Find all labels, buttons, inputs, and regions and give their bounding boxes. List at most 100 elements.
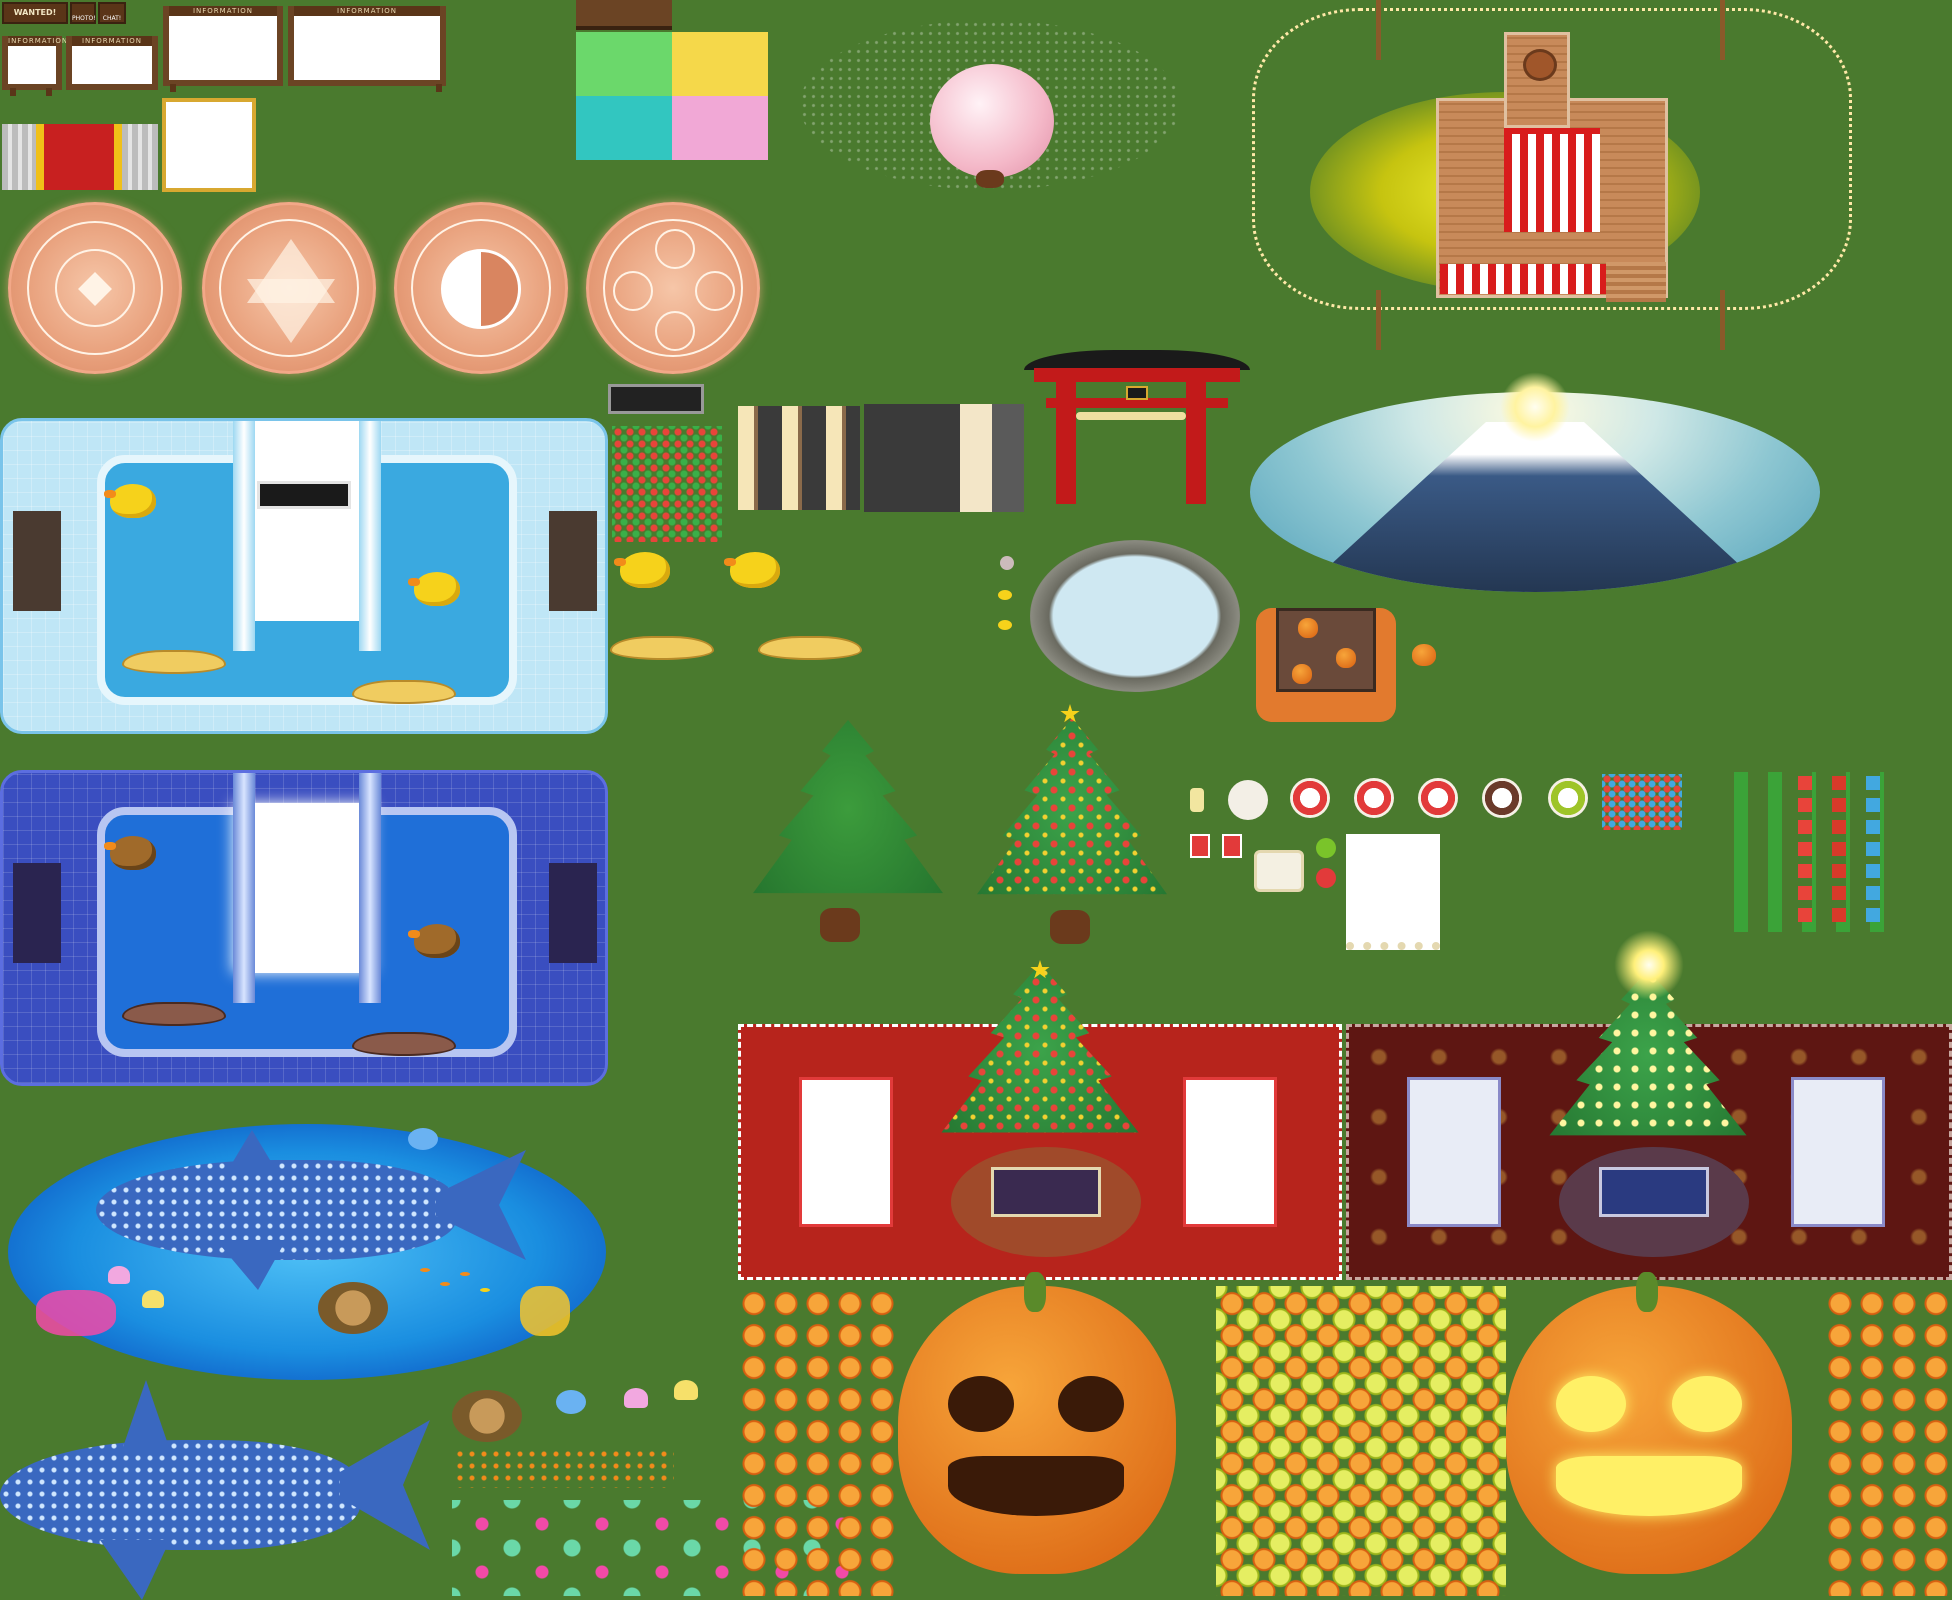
cake-icon bbox=[1290, 778, 1330, 818]
rubber-duck-icon bbox=[724, 552, 780, 588]
stool-icon bbox=[1316, 868, 1336, 888]
cherry-blossom-tree-icon bbox=[930, 64, 1054, 178]
fish-icon bbox=[480, 1288, 490, 1292]
stage-tower bbox=[1504, 32, 1570, 128]
photo-sign: PHOTO! bbox=[70, 2, 96, 24]
fish-icon bbox=[440, 1282, 450, 1286]
sea-turtle-icon bbox=[318, 1282, 388, 1334]
yin-yang-circle-icon bbox=[394, 202, 568, 374]
mat-green bbox=[576, 32, 672, 96]
coral-icon bbox=[36, 1290, 116, 1336]
sea-turtle-icon bbox=[452, 1390, 522, 1442]
pumpkin-items-mid bbox=[1216, 1286, 1506, 1596]
rubber-duck-icon bbox=[104, 484, 156, 518]
magic-circle-icon bbox=[8, 202, 182, 374]
lantern-pole-3 bbox=[1376, 290, 1381, 350]
info-board-1: INFORMATION bbox=[163, 6, 283, 86]
lantern-pole-4 bbox=[1720, 290, 1725, 350]
banana-boat-icon bbox=[122, 650, 226, 674]
jellyfish-icon bbox=[624, 1388, 648, 1408]
stage-curtain bbox=[1504, 128, 1600, 232]
night-pool bbox=[0, 770, 608, 1086]
rubber-duck-night-icon bbox=[104, 836, 156, 870]
card-icon bbox=[1190, 834, 1210, 858]
torii-gate-icon bbox=[1024, 350, 1250, 510]
card-icon bbox=[1222, 834, 1242, 858]
info-board-2-header: INFORMATION bbox=[294, 6, 440, 16]
tileset-sheet: { "sheet": { "title": "", "boards": { "w… bbox=[0, 0, 1952, 1600]
gift-box-icon bbox=[1798, 772, 1812, 922]
rose-circle-icon bbox=[586, 202, 760, 374]
orange-icon bbox=[1412, 644, 1436, 666]
banana-boat-icon bbox=[610, 636, 714, 660]
ornament-items bbox=[1602, 774, 1682, 830]
tiled-floor bbox=[864, 404, 1024, 512]
wanted-sign: WANTED! bbox=[2, 2, 68, 24]
coral-icon bbox=[520, 1286, 570, 1336]
tablecloth-icon bbox=[1346, 834, 1440, 950]
candle-icon bbox=[1190, 788, 1204, 812]
banana-boat-night-icon bbox=[352, 1032, 456, 1056]
jellyfish-icon bbox=[142, 1290, 164, 1308]
cake-icon bbox=[1354, 778, 1394, 818]
banana-boat-icon bbox=[352, 680, 456, 704]
gift-box-icon bbox=[1832, 772, 1846, 922]
jack-o-lantern-glowing-icon bbox=[1506, 1272, 1792, 1574]
plate-icon bbox=[1228, 780, 1268, 820]
stage-stairs bbox=[1606, 262, 1666, 302]
photo-sign-label: PHOTO! bbox=[72, 15, 96, 22]
bench-icon bbox=[576, 0, 672, 30]
sun-icon bbox=[1500, 372, 1570, 442]
jack-o-lantern-icon bbox=[898, 1272, 1176, 1574]
boombox-icon bbox=[608, 384, 704, 414]
stage-skirt bbox=[1440, 264, 1608, 294]
lantern-pole-2 bbox=[1720, 0, 1725, 60]
taiko-drum-icon bbox=[1523, 49, 1557, 81]
rubber-duck-icon bbox=[408, 572, 460, 606]
fish-school bbox=[454, 1448, 674, 1488]
sunfish-icon bbox=[556, 1390, 586, 1414]
whale-shark-icon bbox=[96, 1130, 542, 1290]
mat-yellow bbox=[672, 32, 768, 96]
banana-boat-icon bbox=[758, 636, 862, 660]
stool-icon bbox=[1316, 838, 1336, 858]
day-pool bbox=[0, 418, 608, 734]
hexagram-circle-icon bbox=[202, 202, 376, 374]
kotatsu-icon bbox=[1256, 608, 1396, 722]
lantern-pole-1 bbox=[1376, 0, 1381, 60]
glowing-star-icon bbox=[1614, 930, 1684, 1000]
cushion-icon bbox=[1254, 850, 1304, 892]
info-board-4: INFORMATION bbox=[66, 36, 158, 90]
mat-teal bbox=[576, 96, 672, 160]
rubber-duck-icon bbox=[614, 552, 670, 588]
pumpkin-items-right bbox=[1824, 1286, 1948, 1596]
info-board-2: INFORMATION bbox=[288, 6, 446, 86]
gift-box-icon bbox=[1866, 772, 1880, 922]
mat-pink bbox=[672, 96, 768, 160]
info-board-3: INFORMATION bbox=[2, 36, 69, 90]
rubber-duck-icon bbox=[998, 590, 1012, 600]
sunfish-icon bbox=[408, 1128, 438, 1150]
info-board-4-header: INFORMATION bbox=[72, 36, 152, 46]
fish-icon bbox=[420, 1268, 430, 1272]
pumpkin-items-left bbox=[738, 1286, 898, 1596]
fruit-items bbox=[612, 426, 722, 542]
rubber-duck-night-icon bbox=[408, 924, 460, 958]
red-carpet-stairs bbox=[2, 124, 158, 190]
whale-shark-icon bbox=[0, 1380, 446, 1600]
snack-stall bbox=[738, 406, 860, 510]
cake-icon bbox=[1482, 778, 1522, 818]
info-board-1-header: INFORMATION bbox=[169, 6, 277, 16]
chat-sign: CHAT! bbox=[98, 2, 126, 24]
gold-frame bbox=[162, 98, 256, 192]
cake-icon bbox=[1548, 778, 1588, 818]
rubber-duck-icon bbox=[998, 620, 1012, 630]
info-board-3-header: INFORMATION bbox=[8, 36, 69, 46]
banana-boat-night-icon bbox=[122, 1002, 226, 1026]
cake-icon bbox=[1418, 778, 1458, 818]
hot-spring-icon bbox=[1030, 540, 1240, 692]
jellyfish-icon bbox=[674, 1380, 698, 1400]
hot-spring-sign bbox=[1000, 556, 1014, 570]
fish-icon bbox=[460, 1272, 470, 1276]
chat-sign-label: CHAT! bbox=[102, 15, 122, 22]
